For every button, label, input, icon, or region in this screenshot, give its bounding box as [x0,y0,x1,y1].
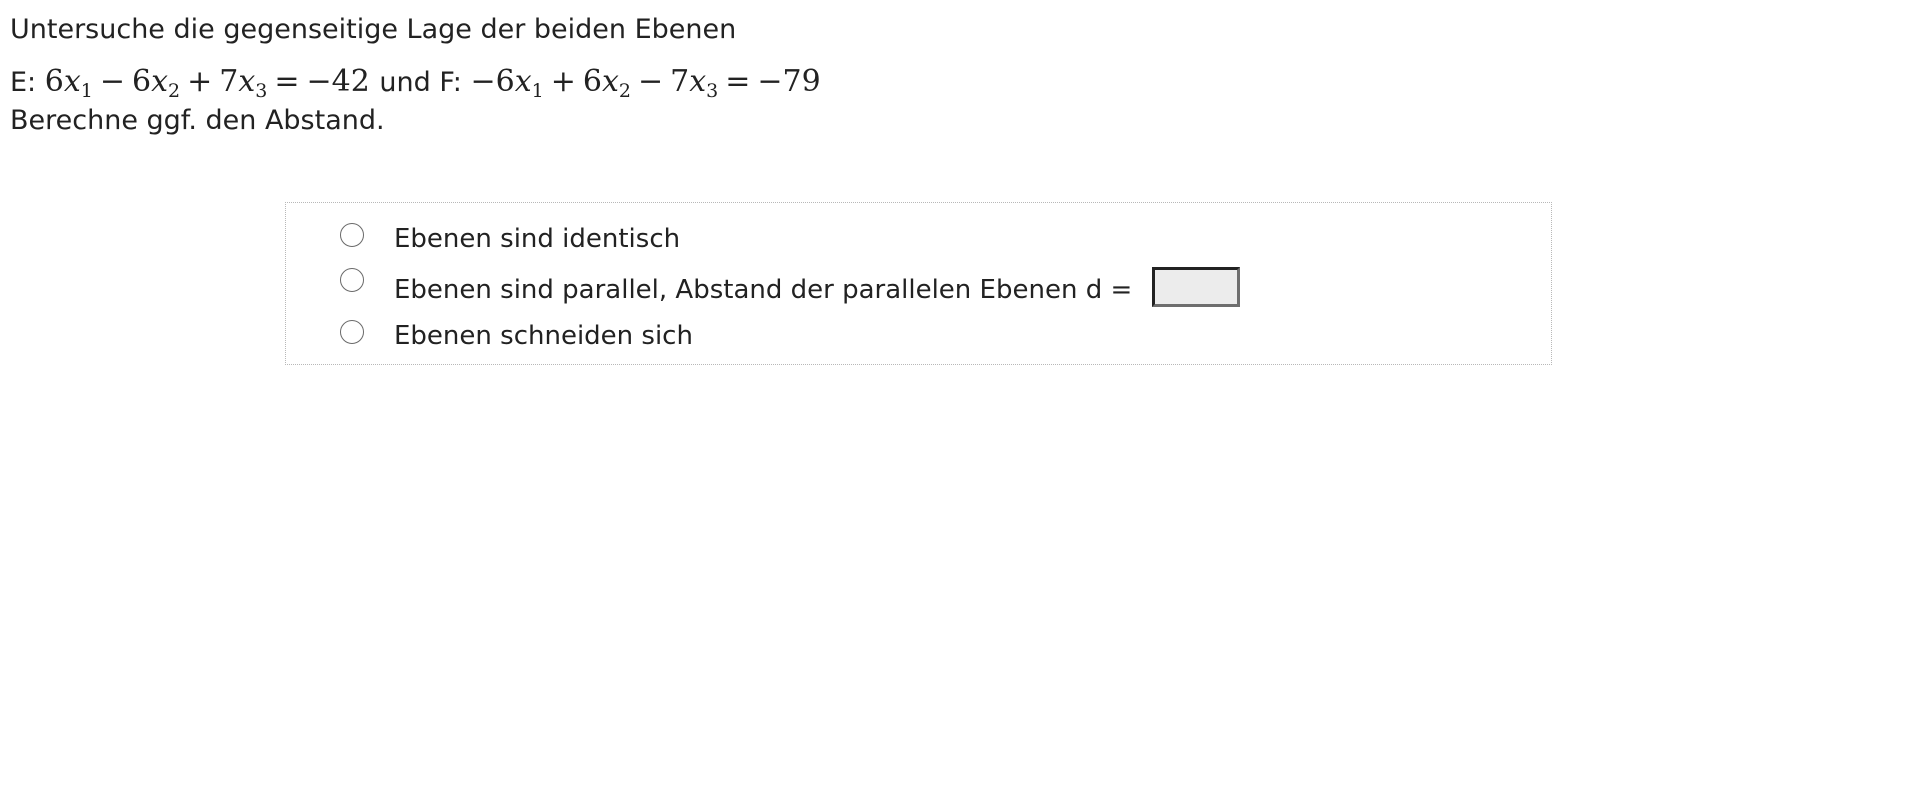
answer-options: Ebenen sind identisch Ebenen sind parall… [285,202,1552,365]
option-parallel[interactable]: Ebenen sind parallel, Abstand der parall… [286,262,1551,307]
radio-parallel[interactable] [340,268,364,292]
connector-text: und [379,67,431,98]
option-intersect[interactable]: Ebenen schneiden sich [286,314,1551,354]
distance-input[interactable] [1152,267,1240,307]
plane-e-equation: 6x1−6x2 +7x3 = −42 [44,64,370,102]
instruction-text: Berechne ggf. den Abstand. [10,105,385,136]
plane-f-equation: −6x1 +6x2−7x3 = −79 [470,64,821,102]
plane-e-label: E: [10,67,37,98]
option-identical[interactable]: Ebenen sind identisch [286,217,1551,257]
option-intersect-label: Ebenen schneiden sich [394,321,693,351]
plane-equations: E: 6x1−6x2 +7x3 = −42 und F: −6x1 +6x2−7x3 = −… [10,64,821,102]
option-identical-label: Ebenen sind identisch [394,224,681,254]
question-text: Untersuche die gegenseitige Lage der bei… [10,14,737,45]
radio-intersect[interactable] [340,320,364,344]
radio-identical[interactable] [340,223,364,247]
plane-f-label: F: [439,67,462,98]
option-parallel-label: Ebenen sind parallel, Abstand der parall… [394,275,1133,305]
